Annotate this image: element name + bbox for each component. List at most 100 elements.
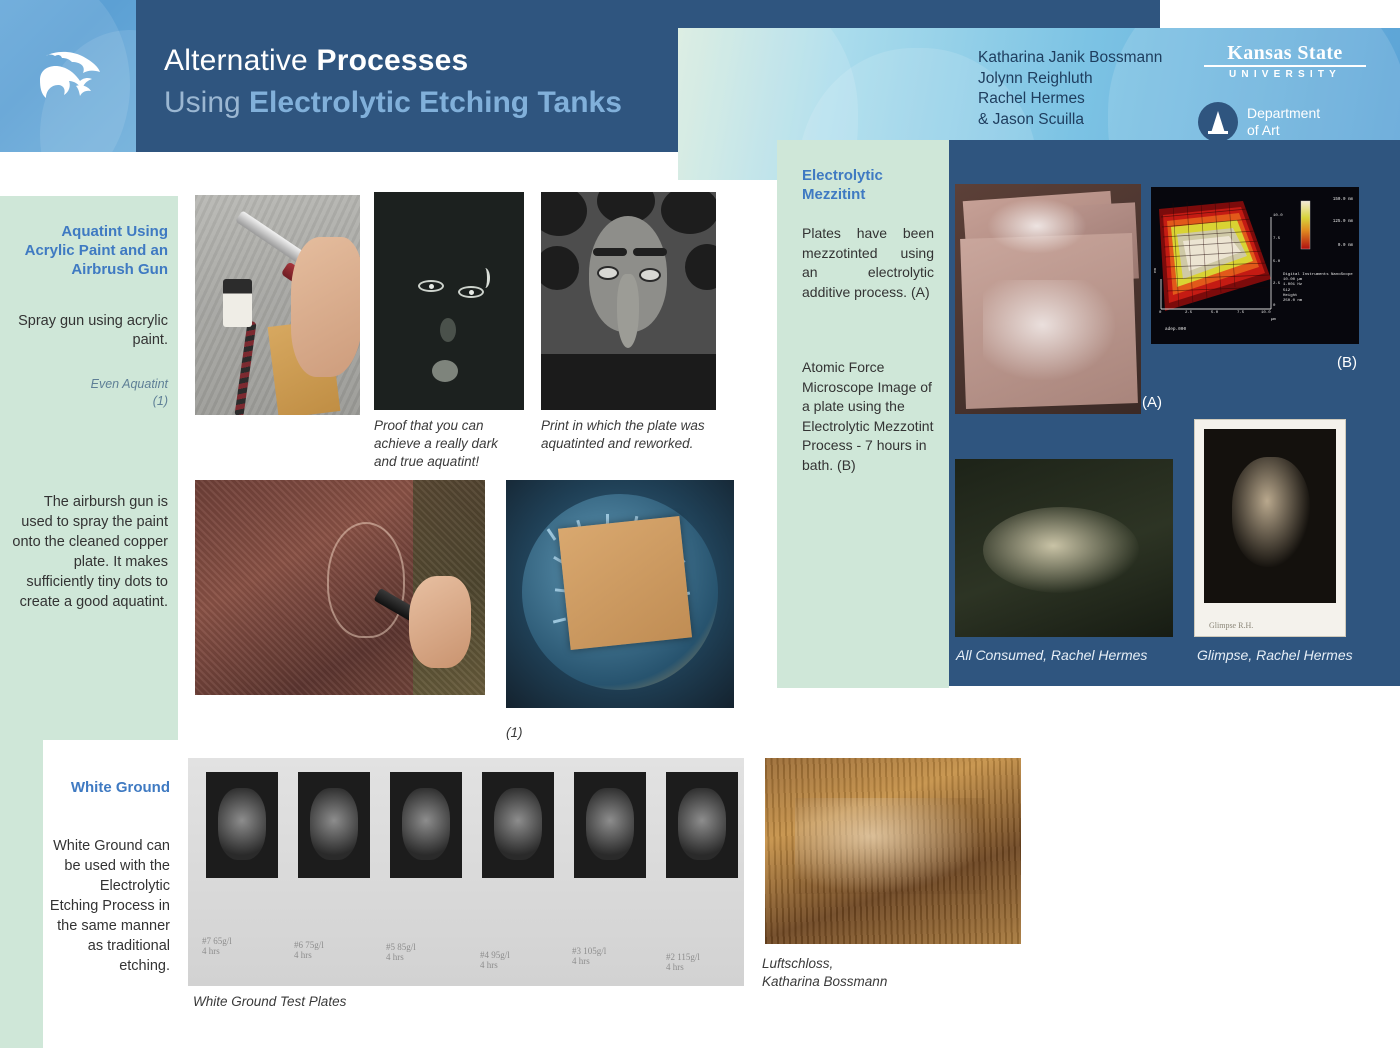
test-plate <box>482 772 554 878</box>
hand <box>409 576 471 668</box>
bg-dot <box>685 244 716 290</box>
bg-dot <box>661 192 716 234</box>
brow-right <box>633 248 667 256</box>
mezzotint-paragraph-2: Atomic Force Microscope Image of a plate… <box>802 359 934 473</box>
paint-cup <box>223 279 252 327</box>
department-of-art-a-icon <box>1198 102 1238 142</box>
kstate-powercat-icon <box>40 51 100 98</box>
kansas-state-university-logo: Kansas State UNIVERSITY <box>1200 42 1370 80</box>
poster-root: Alternative Processes Using Electrolytic… <box>0 0 1400 1054</box>
afm-colorbar-mid: 125.0 nm <box>1332 220 1353 224</box>
photo-copper-plate-spraying <box>195 480 485 695</box>
reclining-figure <box>983 507 1139 593</box>
afm-info-block: Digital Instruments NanoScope 10.00 µm 1… <box>1283 273 1353 304</box>
author-name: Katharina Janik Bossmann <box>978 49 1163 66</box>
nose-shape <box>617 274 639 348</box>
department-of-art-logo: Department of Art <box>1198 102 1320 142</box>
moth-image <box>987 198 1087 254</box>
pupil-left <box>429 284 434 289</box>
author-list: Katharina Janik Bossmann Jolynn Reighlut… <box>978 48 1162 130</box>
hand <box>291 237 360 377</box>
author-name: Jolynn Reighluth <box>978 69 1093 87</box>
figure-tag-b: (B) <box>1337 354 1357 371</box>
pupil-right <box>469 290 474 295</box>
afm-xaxis-label: µm <box>1271 318 1276 322</box>
etched-face-outline <box>327 522 405 638</box>
afm-xtick: 2.5 <box>1185 311 1193 315</box>
afm-data-scale: 250.0 nm <box>1283 299 1303 304</box>
photo-glimpse-framed-print: Glimpse R.H. <box>1194 419 1346 637</box>
figure-image <box>983 280 1115 380</box>
afm-ytick: 2.5 <box>1273 282 1281 286</box>
afm-xtick: 5.0 <box>1211 311 1219 315</box>
glimpse-figure <box>1232 457 1310 567</box>
poster-title-line2: Using Electrolytic Etching Tanks <box>164 86 622 119</box>
afm-colorbar-min: 0.0 nm <box>1337 244 1353 248</box>
caption-glimpse: Glimpse, Rachel Hermes <box>1197 647 1353 663</box>
caption-luftschloss-artist: Katharina Bossmann <box>762 974 888 989</box>
author-name: Rachel Hermes <box>978 90 1085 107</box>
afm-xtick: 0 <box>1159 311 1162 315</box>
mezzotint-text-panel: Electrolytic Mezzitint Plates have been … <box>777 140 949 688</box>
afm-yaxis-label: nm <box>1154 268 1158 273</box>
figure-tag-a: (A) <box>1142 394 1162 411</box>
afm-ytick: 10.0 <box>1273 214 1283 218</box>
plate-label: #3 105g/l 4 hrs <box>572 946 607 966</box>
afm-ytick: 5.0 <box>1273 260 1281 264</box>
left-green-accent-strip <box>0 740 43 1048</box>
photo-all-consumed <box>955 459 1173 637</box>
test-plate <box>666 772 738 878</box>
caption-all-consumed: All Consumed, Rachel Hermes <box>956 647 1148 663</box>
photo-loupe-on-plate <box>506 480 734 708</box>
test-plate <box>390 772 462 878</box>
caption-proof: Proof that you can achieve a really dark… <box>374 418 498 469</box>
test-plate <box>298 772 370 878</box>
caption-luftschloss: Luftschloss, Katharina Bossmann <box>762 955 972 991</box>
author-name: & Jason Scuilla <box>978 110 1084 128</box>
chart-afm-surface-plot: 150.0 nm 125.0 nm 0.0 nm 10.0 7.5 5.0 2.… <box>1151 187 1359 344</box>
afm-filename: adep.000 <box>1165 327 1187 332</box>
afm-ytick: 7.5 <box>1273 237 1281 241</box>
afm-xtick: 10.0 <box>1261 311 1271 315</box>
afm-colorbar-max: 150.0 nm <box>1332 198 1353 202</box>
photo-white-ground-test-plates: #7 65g/l 4 hrs #6 75g/l 4 hrs #5 85g/l 4 hr… <box>188 758 744 986</box>
plate-label: #4 95g/l 4 hrs <box>480 950 510 970</box>
photo-luftschloss <box>765 758 1021 944</box>
copper-plate-sample <box>557 515 693 651</box>
afm-3d-surface-svg <box>1151 187 1359 344</box>
aquatint-paragraph-1: Spray gun using acrylic paint. <box>18 313 168 348</box>
logo-divider-rule <box>1204 65 1366 67</box>
plate-label: #6 75g/l 4 hrs <box>294 940 324 960</box>
white-ground-heading: White Ground <box>70 779 170 796</box>
nose-highlight <box>440 318 456 342</box>
glimpse-pencil-signature: Glimpse R.H. <box>1209 621 1254 630</box>
kansas-state-wordmark: Kansas State <box>1227 42 1343 64</box>
aquatint-heading: Aquatint Using Acrylic Paint and an Airb… <box>24 223 168 278</box>
dark-foreground-band <box>541 354 716 410</box>
photo-airbrush-gun <box>195 195 360 415</box>
caption-loupe-ref: (1) <box>506 725 523 740</box>
test-plate <box>574 772 646 878</box>
photo-aquatint-proof <box>374 192 524 410</box>
department-label: Department of Art <box>1247 105 1320 139</box>
photo-reworked-print <box>541 192 716 410</box>
department-line1: Department <box>1247 105 1321 121</box>
plate-label: #2 115g/l 4 hrs <box>666 952 700 972</box>
poster-title-line1: Alternative Processes <box>164 44 469 77</box>
caption-white-ground-plates: White Ground Test Plates <box>193 994 347 1009</box>
aquatint-caption-ref: (1) <box>152 394 168 408</box>
caption-print: Print in which the plate was aquatinted … <box>541 418 705 451</box>
glimpse-image <box>1204 429 1336 603</box>
highlight-arc <box>480 268 490 288</box>
eye-right <box>639 268 661 282</box>
plate-label: #5 85g/l 4 hrs <box>386 942 416 962</box>
brow-left <box>593 248 627 256</box>
etched-landscape <box>795 798 985 894</box>
plate-label: #7 65g/l 4 hrs <box>202 936 232 956</box>
header-logo-band <box>0 0 136 152</box>
mezzotint-paragraph-1: Plates have been mezzotinted using an el… <box>802 225 934 300</box>
afm-xtick: 7.5 <box>1237 311 1245 315</box>
aquatint-paragraph-2: The airbursh gun is used to spray the pa… <box>12 494 168 610</box>
afm-ytick: 0 <box>1273 304 1276 308</box>
bg-dot <box>541 192 587 236</box>
